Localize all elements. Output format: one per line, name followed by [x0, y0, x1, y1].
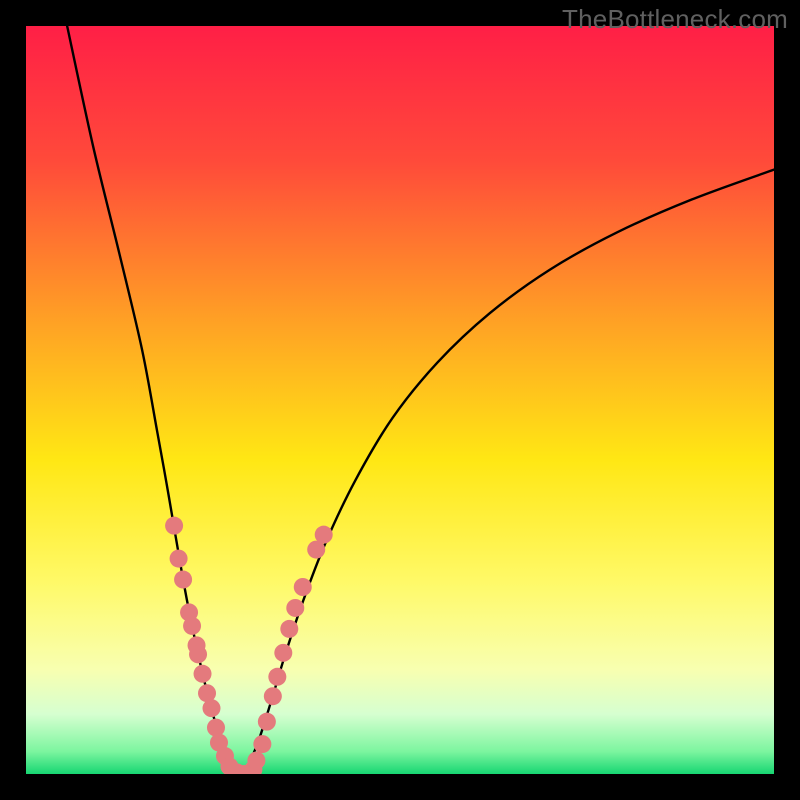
data-point	[165, 517, 183, 535]
data-point	[253, 735, 271, 753]
data-point	[258, 713, 276, 731]
watermark-label: TheBottleneck.com	[562, 4, 788, 35]
data-point	[189, 645, 207, 663]
plot-area	[26, 26, 774, 774]
data-point	[194, 665, 212, 683]
data-point	[294, 578, 312, 596]
data-point	[274, 644, 292, 662]
chart-frame: TheBottleneck.com	[0, 0, 800, 800]
data-point	[280, 620, 298, 638]
data-point	[174, 571, 192, 589]
data-point	[264, 687, 282, 705]
data-point	[286, 599, 304, 617]
data-point	[247, 752, 265, 770]
data-point	[170, 550, 188, 568]
plot-svg	[26, 26, 774, 774]
data-point	[203, 699, 221, 717]
data-point	[183, 617, 201, 635]
gradient-background	[26, 26, 774, 774]
data-point	[207, 719, 225, 737]
data-point	[315, 526, 333, 544]
data-point	[268, 668, 286, 686]
